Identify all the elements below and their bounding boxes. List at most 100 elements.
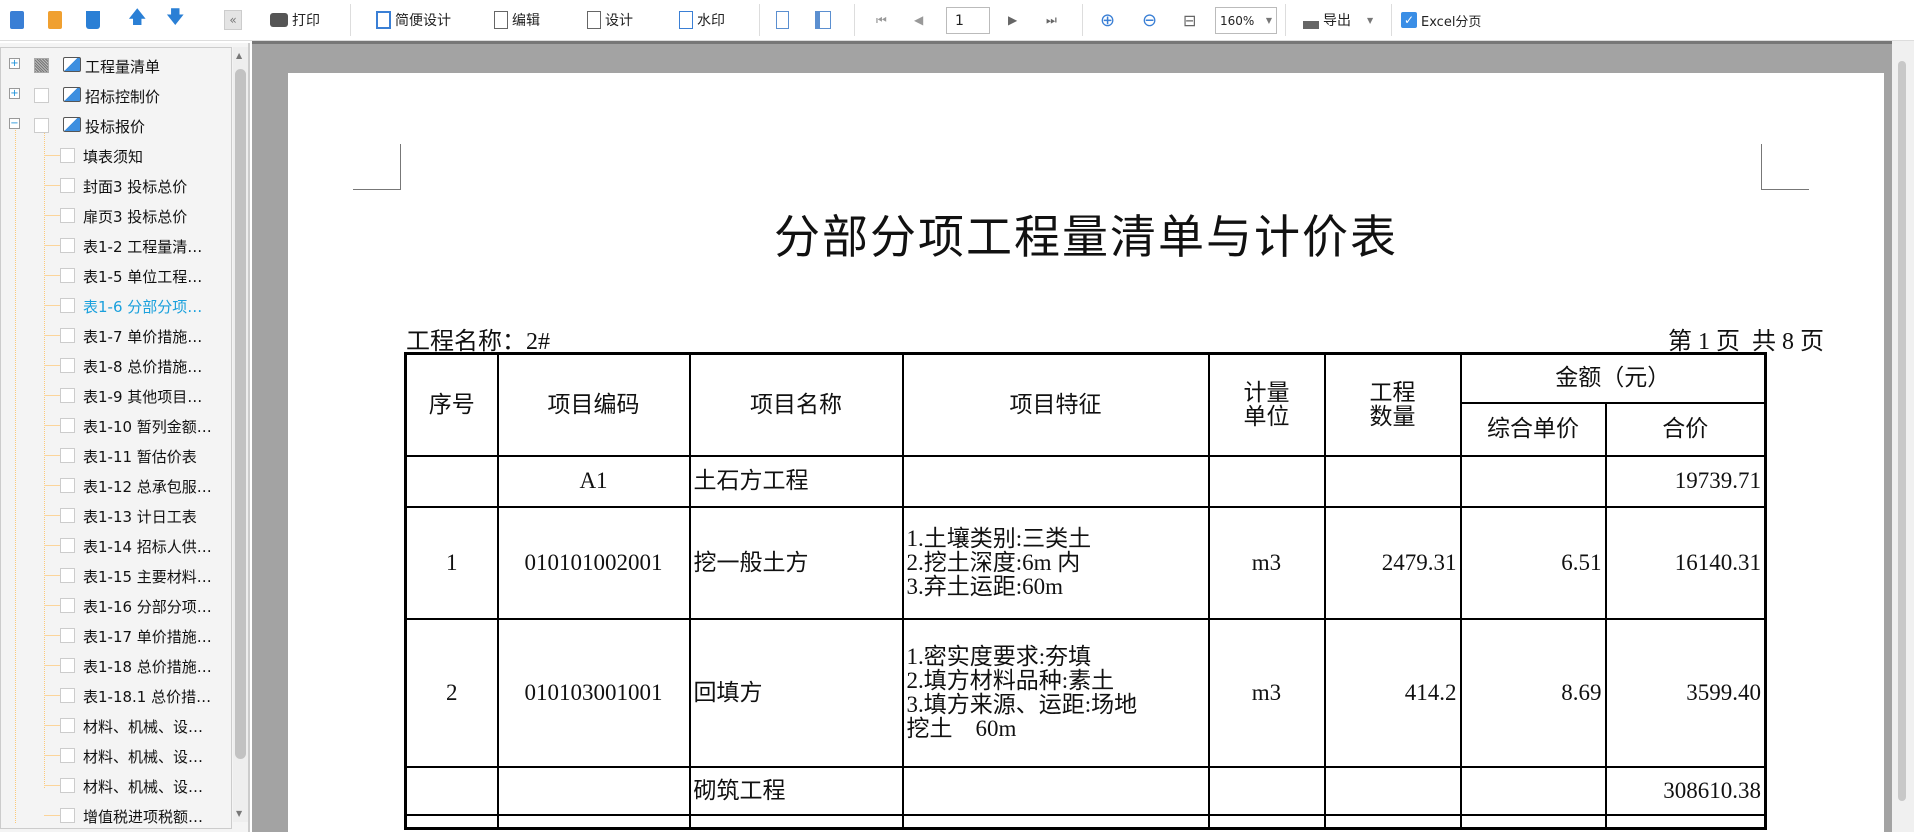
design-button[interactable]: 设计 [587, 8, 633, 32]
zoom-out-button[interactable]: ⊖ [1142, 8, 1157, 32]
double-page-button[interactable] [815, 8, 831, 32]
first-page-button[interactable]: ⏮ [876, 8, 887, 32]
add-report-button[interactable] [10, 8, 24, 32]
tree-checkbox[interactable] [60, 268, 75, 283]
excel-paging-checkbox[interactable]: ✓ Excel分页 [1401, 8, 1481, 32]
tree-item-report[interactable]: 增值税进项税额… [1, 800, 231, 830]
tree-root-item[interactable]: + 招标控制价 [1, 80, 231, 110]
expand-toggle-icon[interactable]: + [9, 88, 20, 99]
tree-checkbox[interactable] [60, 568, 75, 583]
tree-item-report[interactable]: 表1-15 主要材料… [1, 560, 231, 590]
tree-item-report[interactable]: 表1-2 工程量清… [1, 230, 231, 260]
tree-checkbox[interactable] [60, 718, 75, 733]
zoom-select[interactable]: 160% ▼ [1215, 7, 1277, 34]
edit-button[interactable]: 编辑 [494, 8, 540, 32]
tree-item-report[interactable]: 表1-11 暂估价表 [1, 440, 231, 470]
zoom-in-button[interactable]: ⊕ [1100, 8, 1115, 32]
scrollbar-thumb[interactable] [1898, 61, 1906, 801]
table-row [404, 813, 1767, 829]
tree-item-report[interactable]: 表1-18 总价措施… [1, 650, 231, 680]
fit-page-button[interactable]: ⊟ [1183, 8, 1196, 32]
tree-item-report[interactable]: 表1-5 单位工程… [1, 260, 231, 290]
tree-item-report[interactable]: 表1-12 总承包服… [1, 470, 231, 500]
tree-checkbox[interactable] [34, 88, 49, 103]
tree-checkbox[interactable] [60, 508, 75, 523]
tree-checkbox[interactable] [60, 658, 75, 673]
table-row: A1 土石方工程 19739.71 [404, 454, 1767, 508]
sidebar-scrollbar[interactable]: ▲ ▼ [233, 47, 248, 822]
tree-checkbox[interactable] [60, 418, 75, 433]
collapse-sidebar-button[interactable]: « [224, 10, 242, 30]
cell-unit: m3 [1207, 617, 1326, 768]
tree-item-label: 封面3 投标总价 [83, 178, 188, 196]
tree-item-report[interactable]: 表1-8 总价措施… [1, 350, 231, 380]
move-down-button[interactable]: 🡇 [166, 7, 185, 32]
tree-item-report[interactable]: 表1-13 计日工表 [1, 500, 231, 530]
header-amount: 金额（元） [1459, 352, 1767, 404]
tree-checkbox[interactable] [60, 298, 75, 313]
tree-checkbox[interactable] [60, 538, 75, 553]
tree-checkbox[interactable] [60, 748, 75, 763]
prev-page-button[interactable]: ◀ [914, 8, 923, 32]
tree-item-report[interactable]: 表1-9 其他项目… [1, 380, 231, 410]
tree-root-item[interactable]: − 投标报价 [1, 110, 231, 140]
tree-item-report[interactable]: 材料、机械、设… [1, 770, 231, 800]
tree-checkbox[interactable] [60, 808, 75, 823]
header-code: 项目编码 [496, 352, 691, 457]
tree-item-report[interactable]: 表1-18.1 总价措… [1, 680, 231, 710]
tree-item-label: 材料、机械、设… [83, 748, 204, 766]
tree-checkbox[interactable] [60, 238, 75, 253]
scrollbar-thumb[interactable] [235, 69, 246, 759]
tree-item-report[interactable]: 填表须知 [1, 140, 231, 170]
cell-empty [1323, 813, 1462, 829]
tree-checkbox[interactable] [60, 778, 75, 793]
preview-scrollbar[interactable] [1892, 41, 1914, 832]
cell-total: 19739.71 [1604, 454, 1767, 508]
first-page-icon: ⏮ [876, 12, 887, 27]
tree-checkbox[interactable] [60, 328, 75, 343]
tree-checkbox[interactable] [60, 388, 75, 403]
tree-item-report[interactable]: 表1-14 招标人供… [1, 530, 231, 560]
watermark-button[interactable]: 水印 [679, 8, 725, 32]
delete-button[interactable] [86, 8, 100, 32]
single-page-button[interactable] [776, 8, 789, 32]
tree-item-report[interactable]: 材料、机械、设… [1, 710, 231, 740]
tree-checkbox[interactable] [34, 58, 49, 73]
expand-toggle-icon[interactable]: + [9, 58, 20, 69]
tree-checkbox[interactable] [60, 688, 75, 703]
tree-checkbox[interactable] [60, 598, 75, 613]
header-total: 合价 [1604, 401, 1767, 457]
tree-item-report[interactable]: 表1-10 暂列金额… [1, 410, 231, 440]
page-number-input[interactable]: 1 [946, 7, 990, 34]
tree-checkbox[interactable] [60, 208, 75, 223]
add-folder-button[interactable] [48, 8, 62, 32]
scroll-down-icon[interactable]: ▼ [236, 809, 242, 818]
tree-checkbox[interactable] [60, 448, 75, 463]
expand-toggle-icon[interactable]: − [9, 118, 20, 129]
tree-checkbox[interactable] [60, 178, 75, 193]
cell-name: 挖一般土方 [688, 505, 904, 620]
divider [1082, 4, 1083, 36]
move-up-button[interactable]: 🡅 [128, 7, 147, 32]
tree-checkbox[interactable] [60, 478, 75, 493]
tree-item-report[interactable]: 表1-7 单价措施… [1, 320, 231, 350]
tree-item-report[interactable]: 表1-6 分部分项… [1, 290, 231, 320]
tree-item-report[interactable]: 表1-17 单价措施… [1, 620, 231, 650]
simple-design-button[interactable]: 简便设计 [376, 8, 451, 32]
tree-root-item[interactable]: + 工程量清单 [1, 50, 231, 80]
tree-item-report[interactable]: 材料、机械、设… [1, 740, 231, 770]
crop-mark [353, 144, 401, 190]
last-page-button[interactable]: ⏭ [1046, 8, 1057, 32]
scroll-up-icon[interactable]: ▲ [236, 51, 242, 60]
tree-item-report[interactable]: 扉页3 投标总价 [1, 200, 231, 230]
tree-item-report[interactable]: 封面3 投标总价 [1, 170, 231, 200]
tree-checkbox[interactable] [60, 358, 75, 373]
tree-checkbox[interactable] [60, 148, 75, 163]
tree-checkbox[interactable] [34, 118, 49, 133]
tree-item-report[interactable]: 表1-16 分部分项… [1, 590, 231, 620]
tree-item-label: 表1-8 总价措施… [83, 358, 203, 376]
print-button[interactable]: 打印 [270, 8, 320, 32]
next-page-button[interactable]: ▶ [1008, 8, 1017, 32]
export-button[interactable]: 导出 ▼ [1303, 8, 1373, 32]
tree-checkbox[interactable] [60, 628, 75, 643]
